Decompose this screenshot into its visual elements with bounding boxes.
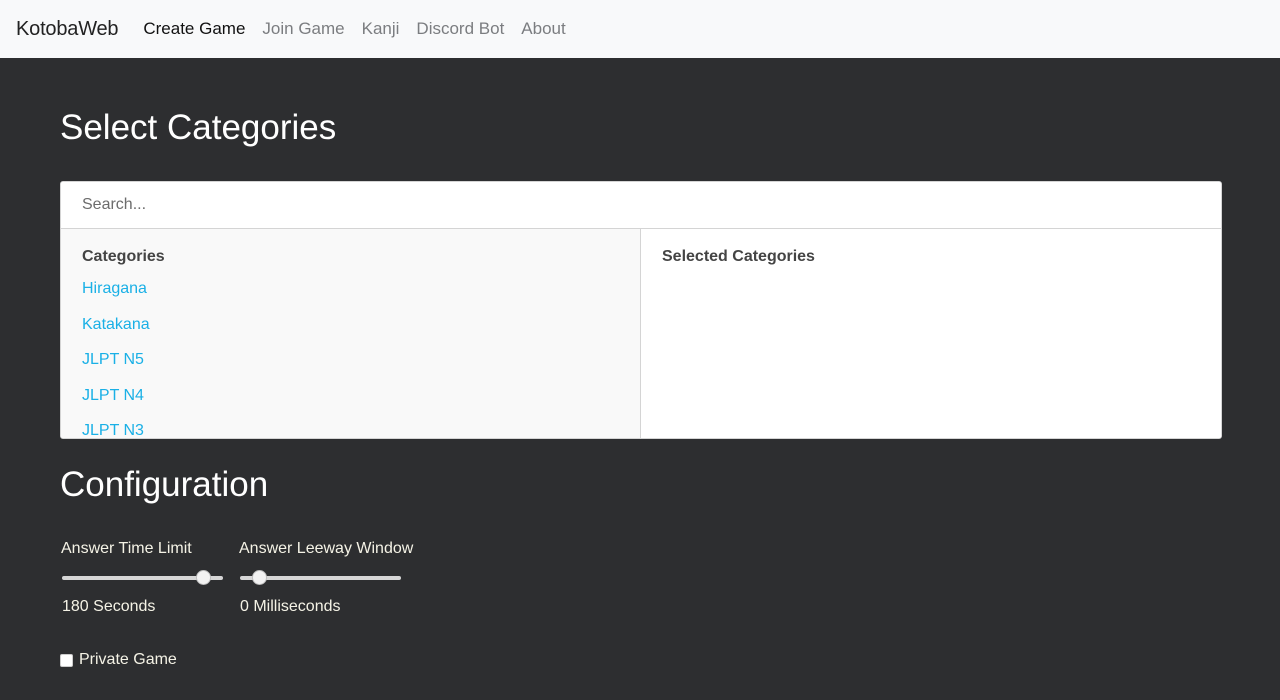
configuration-title: Configuration [60, 465, 269, 504]
brand-logo[interactable]: KotobaWeb [16, 18, 119, 41]
category-item-jlpt-n3[interactable]: JLPT N3 [82, 421, 619, 438]
nav-kanji[interactable]: Kanji [362, 19, 400, 39]
categories-columns: Categories Hiragana Katakana JLPT N5 JLP… [61, 229, 1221, 438]
slider-thumb[interactable] [252, 570, 268, 585]
categories-panel: Categories Hiragana Katakana JLPT N5 JLP… [60, 181, 1222, 439]
slider-thumb[interactable] [196, 570, 212, 585]
answer-time-limit-slider[interactable] [60, 570, 223, 586]
categories-header: Categories [82, 248, 165, 265]
answer-leeway-window-label: Answer Leeway Window [239, 540, 414, 557]
category-search-input[interactable] [61, 182, 1221, 229]
private-game-row: Private Game [60, 650, 1222, 670]
answer-leeway-window-group: Answer Leeway Window 0 Milliseconds [238, 539, 413, 617]
nav-create-game[interactable]: Create Game [143, 19, 245, 39]
nav-discord-bot[interactable]: Discord Bot [416, 19, 504, 39]
nav-about[interactable]: About [521, 19, 565, 39]
category-list: Hiragana Katakana JLPT N5 JLPT N4 JLPT N… [82, 279, 619, 438]
config-sliders: Answer Time Limit 180 Seconds Answer Lee… [60, 539, 1222, 617]
private-game-checkbox[interactable] [60, 653, 73, 667]
answer-time-limit-group: Answer Time Limit 180 Seconds [60, 539, 223, 617]
selected-categories-header: Selected Categories [662, 248, 815, 265]
category-item-hiragana[interactable]: Hiragana [82, 279, 619, 299]
category-item-jlpt-n4[interactable]: JLPT N4 [82, 386, 619, 406]
nav-join-game[interactable]: Join Game [262, 19, 344, 39]
answer-time-limit-label: Answer Time Limit [61, 540, 192, 557]
category-item-katakana[interactable]: Katakana [82, 315, 619, 335]
answer-leeway-window-slider[interactable] [238, 570, 401, 586]
selected-categories: Selected Categories [641, 229, 1221, 438]
available-categories[interactable]: Categories Hiragana Katakana JLPT N5 JLP… [61, 229, 641, 438]
answer-leeway-window-value: 0 Milliseconds [240, 598, 341, 615]
select-categories-title: Select Categories [60, 108, 337, 147]
answer-time-limit-value: 180 Seconds [62, 598, 156, 615]
top-navbar: KotobaWeb Create Game Join Game Kanji Di… [0, 0, 1280, 58]
private-game-label[interactable]: Private Game [79, 650, 177, 670]
main-content: Select Categories Categories Hiragana Ka… [0, 108, 1280, 670]
category-item-jlpt-n5[interactable]: JLPT N5 [82, 350, 619, 370]
